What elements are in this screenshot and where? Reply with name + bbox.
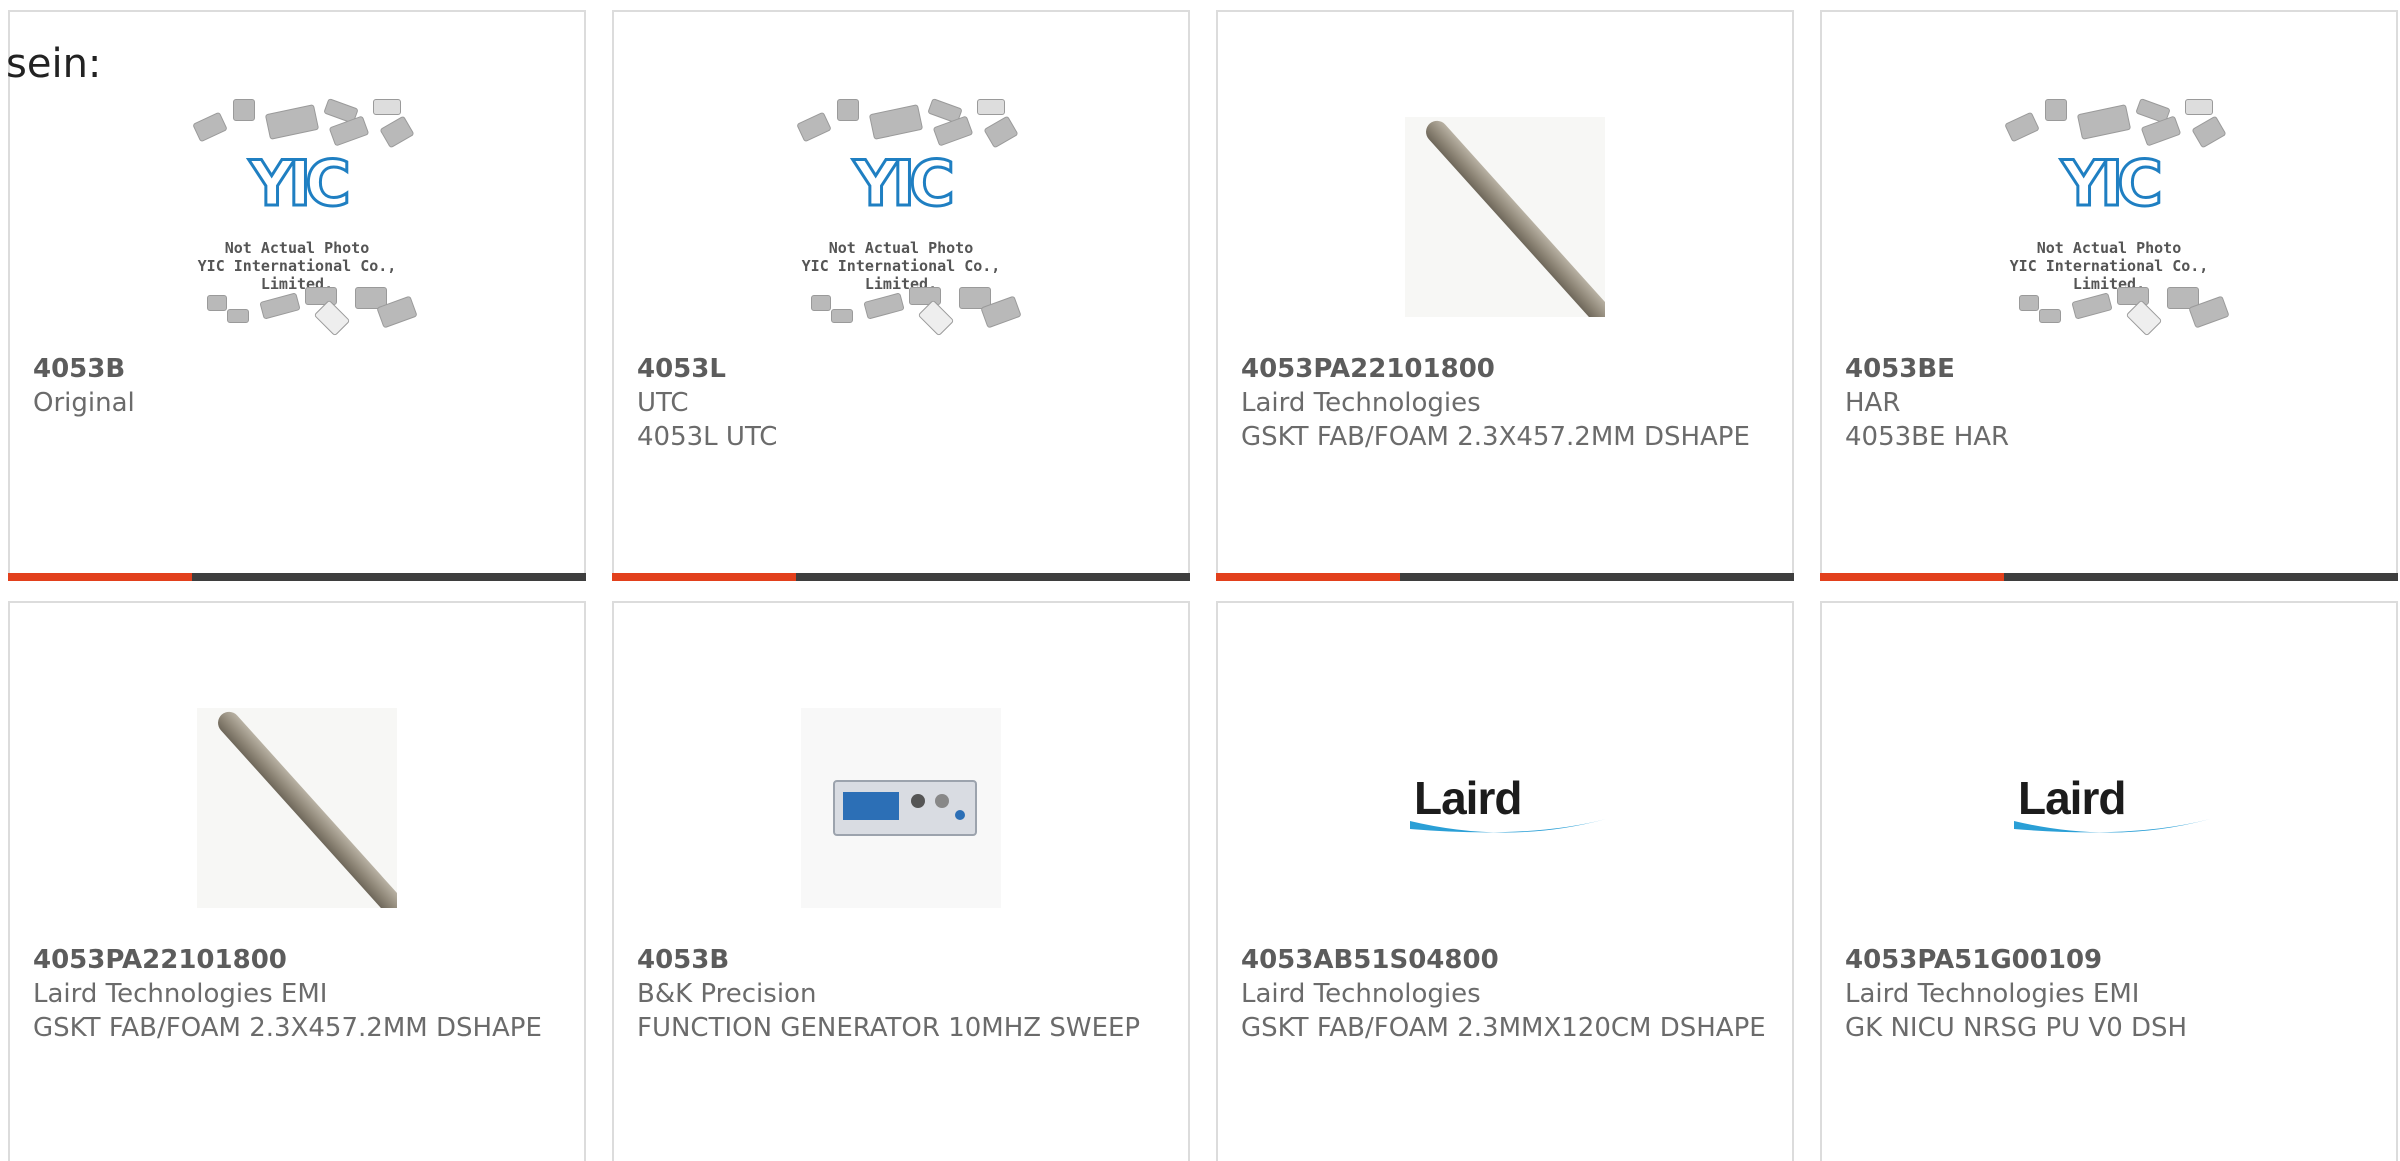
product-card[interactable]: 4053PA22101800 Laird Technologies GSKT F…: [1216, 10, 1794, 581]
product-card[interactable]: Laird 4053PA51G00109 Laird Technologies …: [1820, 601, 2398, 1161]
placeholder-line2: YIC International Co., Limited.: [2009, 257, 2209, 293]
product-card[interactable]: Laird 4053AB51S04800 Laird Technologies …: [1216, 601, 1794, 1161]
product-info: 4053PA51G00109 Laird Technologies EMI GK…: [1845, 943, 2380, 1045]
product-info: 4053B B&K Precision FUNCTION GENERATOR 1…: [637, 943, 1172, 1045]
yic-logo: YIC: [248, 146, 352, 222]
part-number[interactable]: 4053AB51S04800: [1241, 943, 1776, 977]
part-number[interactable]: 4053B: [637, 943, 1172, 977]
description: GK NICU NRSG PU V0 DSH: [1845, 1013, 2188, 1043]
placeholder-line1: Not Actual Photo: [828, 239, 974, 257]
product-image[interactable]: [771, 673, 1031, 943]
product-info: 4053AB51S04800 Laird Technologies GSKT F…: [1241, 943, 1776, 1045]
card-accent-bar: [8, 573, 586, 581]
product-info: 4053BE HAR 4053BE HAR: [1845, 352, 2380, 454]
product-card[interactable]: YIC Not Actual Photo YIC International C…: [1820, 10, 2398, 581]
product-card[interactable]: 4053PA22101800 Laird Technologies EMI GS…: [8, 601, 586, 1161]
part-number[interactable]: 4053BE: [1845, 352, 2380, 386]
description: GSKT FAB/FOAM 2.3X457.2MM DSHAPE: [1241, 422, 1750, 452]
product-card[interactable]: 4053B B&K Precision FUNCTION GENERATOR 1…: [612, 601, 1190, 1161]
product-info: 4053PA22101800 Laird Technologies GSKT F…: [1241, 352, 1776, 454]
yic-placeholder-image: YIC Not Actual Photo YIC International C…: [167, 87, 427, 347]
part-number[interactable]: 4053PA22101800: [33, 943, 568, 977]
manufacturer: Laird Technologies: [1241, 979, 1481, 1009]
product-image[interactable]: Laird: [1375, 673, 1635, 943]
card-accent-bar: [1216, 573, 1794, 581]
product-image[interactable]: [1375, 82, 1635, 352]
card-accent-bar: [1820, 573, 2398, 581]
description: GSKT FAB/FOAM 2.3MMX120CM DSHAPE: [1241, 1013, 1766, 1043]
product-image[interactable]: Laird: [1979, 673, 2239, 943]
page: sein: YIC Not Actual Photo YIC Internati…: [0, 0, 2400, 1161]
manufacturer: Laird Technologies EMI: [1845, 979, 2140, 1009]
laird-logo: Laird: [2004, 763, 2214, 853]
description: 4053L UTC: [637, 422, 778, 452]
placeholder-line1: Not Actual Photo: [224, 239, 370, 257]
product-info: 4053PA22101800 Laird Technologies EMI GS…: [33, 943, 568, 1045]
part-number[interactable]: 4053PA51G00109: [1845, 943, 2380, 977]
product-info: 4053B Original: [33, 352, 568, 420]
function-generator-photo: [801, 708, 1001, 908]
manufacturer: Original: [33, 388, 135, 418]
gasket-cable-photo: [1405, 117, 1605, 317]
placeholder-line2: YIC International Co., Limited.: [801, 257, 1001, 293]
card-accent-bar: [612, 573, 1190, 581]
part-number[interactable]: 4053B: [33, 352, 568, 386]
manufacturer: UTC: [637, 388, 689, 418]
yic-placeholder-image: YIC Not Actual Photo YIC International C…: [1979, 87, 2239, 347]
product-image[interactable]: YIC Not Actual Photo YIC International C…: [771, 82, 1031, 352]
product-image[interactable]: YIC Not Actual Photo YIC International C…: [1979, 82, 2239, 352]
product-info: 4053L UTC 4053L UTC: [637, 352, 1172, 454]
lead-text: sein:: [6, 41, 102, 87]
description: GSKT FAB/FOAM 2.3X457.2MM DSHAPE: [33, 1013, 542, 1043]
manufacturer: Laird Technologies EMI: [33, 979, 328, 1009]
description: 4053BE HAR: [1845, 422, 2010, 452]
gasket-cable-photo: [197, 708, 397, 908]
part-number[interactable]: 4053L: [637, 352, 1172, 386]
laird-logo: Laird: [1400, 763, 1610, 853]
product-card[interactable]: YIC Not Actual Photo YIC International C…: [8, 10, 586, 581]
description: FUNCTION GENERATOR 10MHZ SWEEP: [637, 1013, 1141, 1043]
product-image[interactable]: [167, 673, 427, 943]
manufacturer: HAR: [1845, 388, 1901, 418]
yic-logo: YIC: [2060, 146, 2164, 222]
manufacturer: B&K Precision: [637, 979, 817, 1009]
yic-placeholder-image: YIC Not Actual Photo YIC International C…: [771, 87, 1031, 347]
manufacturer: Laird Technologies: [1241, 388, 1481, 418]
product-grid: YIC Not Actual Photo YIC International C…: [8, 10, 2400, 1161]
yic-logo: YIC: [852, 146, 956, 222]
product-image[interactable]: YIC Not Actual Photo YIC International C…: [167, 82, 427, 352]
placeholder-line2: YIC International Co., Limited.: [197, 257, 397, 293]
part-number[interactable]: 4053PA22101800: [1241, 352, 1776, 386]
placeholder-line1: Not Actual Photo: [2036, 239, 2182, 257]
product-card[interactable]: YIC Not Actual Photo YIC International C…: [612, 10, 1190, 581]
